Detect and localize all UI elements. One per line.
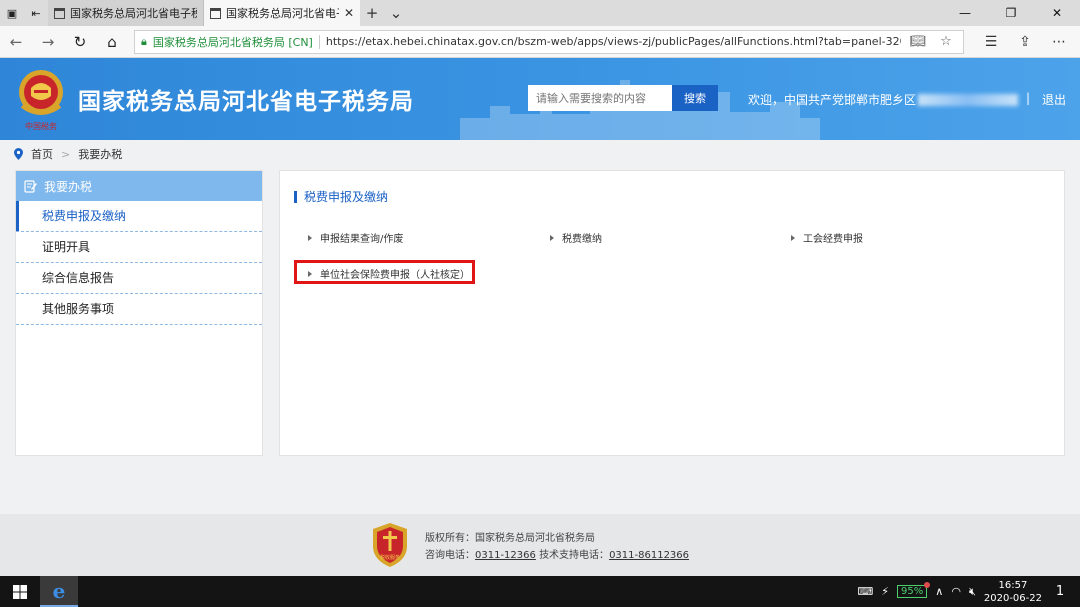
minimize-icon[interactable]: — xyxy=(942,0,988,26)
window-controls: — ❐ ✕ xyxy=(942,0,1080,26)
battery-percent: 95% xyxy=(901,586,924,597)
divider xyxy=(318,34,320,49)
lock-icon: 🔒︎ xyxy=(141,34,147,48)
search-input[interactable] xyxy=(528,85,672,111)
highlight-box xyxy=(294,260,475,284)
sidebar-item-tax-declaration[interactable]: 税费申报及缴纳 xyxy=(16,201,262,232)
sidebar-item-other-services[interactable]: 其他服务事项 xyxy=(16,294,262,325)
site-identity[interactable]: 国家税务总局河北省税务局 [CN] xyxy=(153,34,313,50)
welcome-label: 欢迎，中国共产党邯郸市肥乡区 xyxy=(748,93,917,107)
tab-list-chevron-icon[interactable]: ⌄ xyxy=(384,0,408,26)
sidebar-header-label: 我要办税 xyxy=(44,179,93,194)
edit-document-icon xyxy=(24,180,37,193)
wifi-icon[interactable]: ◠ xyxy=(951,585,961,598)
system-tray: ⌨ ⚡ 95% ∧ ◠ 🔇︎ 16:57 2020-06-22 1 xyxy=(857,579,1080,605)
sidebar-item-info-report[interactable]: 综合信息报告 xyxy=(16,263,262,294)
copyright-text: 版权所有：国家税务总局河北省税务局 xyxy=(425,533,595,544)
link-tax-payment[interactable]: 税费缴纳 xyxy=(550,230,602,245)
clock[interactable]: 16:57 2020-06-22 xyxy=(984,579,1042,605)
footer: 税收服务 版权所有：国家税务总局河北省税务局 咨询电话：0311-12366 技… xyxy=(0,514,1080,576)
browser-tab-1[interactable]: 国家税务总局河北省电子税 xyxy=(48,0,204,26)
link-label: 工会经费申报 xyxy=(803,234,863,245)
address-field[interactable]: 🔒︎ 国家税务总局河北省税务局 [CN] https://etax.hebei.… xyxy=(134,29,964,54)
battery-indicator[interactable]: 95% xyxy=(897,582,931,598)
support-label: 技术支持电话： xyxy=(539,550,610,561)
tray-chevron-up-icon[interactable]: ∧ xyxy=(935,585,943,598)
support-phone: 0311-86112366 xyxy=(609,550,690,561)
browser-tab-label: 国家税务总局河北省电子税 xyxy=(70,7,197,20)
refresh-icon[interactable]: ↻ xyxy=(64,33,96,51)
close-window-icon[interactable]: ✕ xyxy=(1034,0,1080,26)
link-label: 申报结果查询/作废 xyxy=(320,234,404,245)
section-accent-bar xyxy=(294,190,297,203)
browser-tab-label: 国家税务总局河北省电子 xyxy=(226,7,339,20)
close-tab-icon[interactable]: ✕ xyxy=(344,6,354,20)
badge-text: 税收服务 xyxy=(380,554,400,561)
windows-logo-icon xyxy=(13,584,27,599)
triangle-right-icon xyxy=(308,234,312,241)
set-aside-tabs-icon[interactable]: ⇤ xyxy=(24,0,48,26)
new-tab-icon[interactable]: + xyxy=(360,0,384,26)
edge-browser-icon: e xyxy=(52,578,66,603)
speaker-muted-icon[interactable]: 🔇︎ xyxy=(969,585,976,599)
keyboard-icon[interactable]: ⌨ xyxy=(857,585,873,598)
tax-service-badge-icon: 税收服务 xyxy=(373,523,407,567)
favorites-list-icon[interactable]: ☰ xyxy=(976,34,1006,50)
section-title-text: 税费申报及缴纳 xyxy=(304,190,389,204)
emblem-text: 中国税务 xyxy=(25,121,57,131)
home-icon[interactable]: ⌂ xyxy=(96,33,128,51)
back-arrow-icon[interactable]: ← xyxy=(0,33,32,51)
triangle-right-icon xyxy=(791,234,795,241)
sidebar-header: 我要办税 xyxy=(16,171,262,201)
clock-date: 2020-06-22 xyxy=(983,592,1042,604)
link-declaration-query[interactable]: 申报结果查询/作废 xyxy=(308,230,403,245)
site-header: 中国税务 国家税务总局河北省电子税务局 搜索 欢迎，中国共产党邯郸市肥乡区 | … xyxy=(0,58,1080,140)
tax-emblem-logo: 中国税务 xyxy=(19,70,63,131)
forward-arrow-icon[interactable]: → xyxy=(32,33,64,51)
breadcrumb-current: 我要办税 xyxy=(78,148,123,161)
clock-time: 16:57 xyxy=(998,579,1028,591)
consult-phone: 0311-12366 xyxy=(475,550,536,561)
restore-icon[interactable]: ❐ xyxy=(988,0,1034,26)
url-text[interactable]: https://etax.hebei.chinatax.gov.cn/bszm-… xyxy=(326,35,901,48)
redacted-username xyxy=(918,94,1019,106)
favorite-star-icon[interactable]: ☆ xyxy=(935,34,957,49)
section-title: 税费申报及缴纳 xyxy=(294,188,388,205)
share-icon[interactable]: ⇪ xyxy=(1010,34,1040,50)
breadcrumb-home[interactable]: 首页 xyxy=(31,146,53,162)
header-divider: | xyxy=(1026,91,1031,105)
address-bar-row: ← → ↻ ⌂ 🔒︎ 国家税务总局河北省税务局 [CN] https://eta… xyxy=(0,26,1080,58)
tab-actions-icon[interactable]: ▣ xyxy=(0,0,24,26)
windows-taskbar: e ⌨ ⚡ 95% ∧ ◠ 🔇︎ 16:57 2020-06-22 1 xyxy=(0,576,1080,607)
triangle-right-icon xyxy=(550,234,554,241)
logout-link[interactable]: 退出 xyxy=(1042,91,1066,108)
sidebar: 我要办税 税费申报及缴纳 证明开具 综合信息报告 其他服务事项 xyxy=(15,170,263,456)
location-pin-icon xyxy=(14,148,23,160)
notification-count: 1 xyxy=(1055,584,1065,599)
main-panel: 税费申报及缴纳 申报结果查询/作废 税费缴纳 工会经费申报 单位社会保险费申报（… xyxy=(279,170,1065,456)
welcome-text: 欢迎，中国共产党邯郸市肥乡区 xyxy=(748,91,1019,108)
browser-tab-strip: ▣ ⇤ 国家税务总局河北省电子税 国家税务总局河北省电子 ✕ + ⌄ — ❐ ✕ xyxy=(0,0,1080,26)
breadcrumb: 首页 > 我要办税 xyxy=(14,146,122,162)
search-button[interactable]: 搜索 xyxy=(672,85,718,111)
consult-label: 咨询电话： xyxy=(425,550,475,561)
reading-view-icon[interactable]: 📖︎ xyxy=(907,34,929,49)
battery-alert-dot xyxy=(924,582,931,588)
start-button[interactable] xyxy=(0,584,40,599)
power-plug-icon: ⚡ xyxy=(881,585,890,598)
footer-text: 版权所有：国家税务总局河北省税务局 咨询电话：0311-12366 技术支持电话… xyxy=(425,530,689,564)
more-icon[interactable]: ⋯ xyxy=(1044,34,1074,50)
browser-toolbar: ☰ ⇪ ⋯ xyxy=(976,34,1074,50)
notification-center-icon[interactable]: 1 xyxy=(1050,584,1070,599)
page-icon xyxy=(54,7,65,19)
browser-tab-2[interactable]: 国家税务总局河北省电子 ✕ xyxy=(204,0,360,26)
breadcrumb-separator: > xyxy=(61,147,71,161)
sidebar-item-certificate[interactable]: 证明开具 xyxy=(16,232,262,263)
page-icon xyxy=(210,7,221,19)
link-union-fee[interactable]: 工会经费申报 xyxy=(791,230,863,245)
site-title: 国家税务总局河北省电子税务局 xyxy=(78,89,414,115)
taskbar-edge-app[interactable]: e xyxy=(40,576,78,607)
contact-line: 咨询电话：0311-12366 技术支持电话：0311-86112366 xyxy=(425,547,689,564)
link-label: 税费缴纳 xyxy=(562,234,602,245)
